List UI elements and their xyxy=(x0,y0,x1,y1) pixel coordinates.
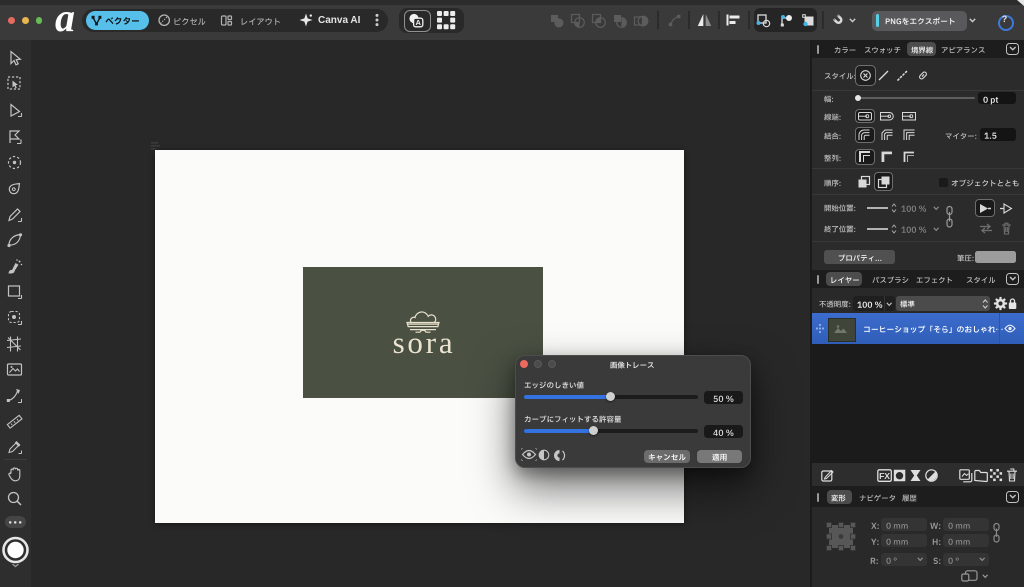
svg-text:A: A xyxy=(415,18,421,27)
svg-text:FX: FX xyxy=(879,471,890,481)
